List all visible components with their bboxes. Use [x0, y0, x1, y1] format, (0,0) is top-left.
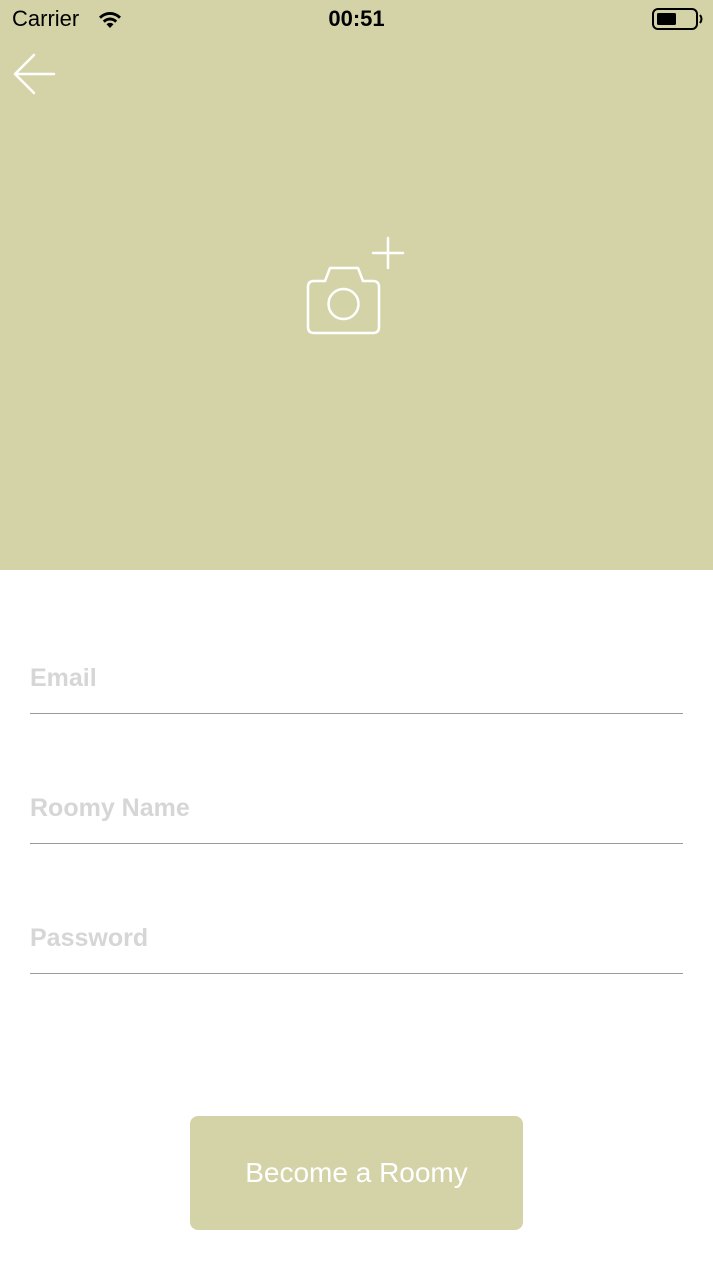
- camera-plus-icon: [306, 236, 405, 335]
- roomy-name-field-container: [30, 750, 683, 844]
- add-photo-button[interactable]: [300, 232, 412, 340]
- status-bar: Carrier 00:51: [0, 0, 713, 40]
- header-photo-area: Carrier 00:51: [0, 0, 713, 570]
- back-button[interactable]: [10, 50, 60, 98]
- signup-form: [30, 620, 683, 1010]
- become-a-roomy-label: Become a Roomy: [245, 1157, 468, 1188]
- become-a-roomy-button[interactable]: Become a Roomy: [190, 1116, 523, 1230]
- status-time: 00:51: [328, 6, 385, 31]
- roomy-name-field[interactable]: [30, 794, 683, 823]
- email-field-container: [30, 620, 683, 714]
- password-field[interactable]: [30, 924, 683, 953]
- battery-icon: [652, 8, 703, 30]
- arrow-left-icon: [13, 53, 56, 95]
- signup-screen: Carrier 00:51 Email Roomy Name Become a …: [0, 0, 713, 1268]
- password-field-container: [30, 880, 683, 974]
- email-field[interactable]: [30, 664, 683, 693]
